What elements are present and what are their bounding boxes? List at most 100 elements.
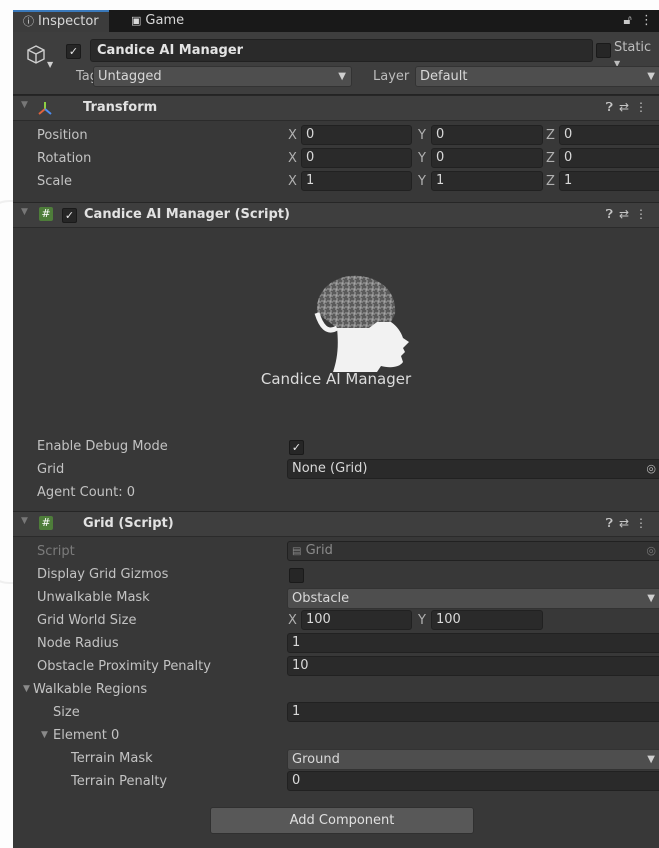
- object-picker-icon[interactable]: ◎: [646, 460, 656, 478]
- script-label: Script: [37, 544, 75, 559]
- brain-head-logo-icon: [314, 275, 409, 372]
- object-picker-icon[interactable]: ◎: [646, 542, 656, 560]
- agent-count-label: Agent Count: 0: [37, 485, 136, 500]
- candice-enabled-checkbox[interactable]: ✓: [62, 208, 77, 223]
- position-z-field[interactable]: 0: [559, 125, 659, 145]
- script-object-field[interactable]: ▤ Grid ◎: [287, 541, 659, 561]
- scale-label: Scale: [37, 174, 72, 189]
- gameobject-cube-icon[interactable]: [25, 44, 47, 66]
- unwalkable-mask-value: Obstacle: [292, 591, 350, 606]
- axis-z-label[interactable]: Z: [546, 128, 555, 143]
- obstacle-penalty-row: Obstacle Proximity Penalty 10: [13, 656, 659, 679]
- axis-y-label[interactable]: Y: [418, 613, 426, 628]
- candice-logo-title: Candice AI Manager: [260, 370, 412, 388]
- rotation-z-field[interactable]: 0: [559, 148, 659, 168]
- script-object-value: Grid: [305, 543, 333, 558]
- display-gizmos-checkbox[interactable]: [289, 568, 304, 583]
- grid-row: Grid None (Grid) ◎: [13, 459, 659, 482]
- axis-x-label[interactable]: X: [288, 151, 297, 166]
- scale-z-field[interactable]: 1: [559, 171, 659, 191]
- unwalkable-mask-row: Unwalkable Mask Obstacle ▼: [13, 587, 659, 610]
- kebab-menu-icon[interactable]: ⋮: [640, 13, 653, 28]
- walkable-regions-label[interactable]: Walkable Regions: [33, 682, 147, 697]
- transform-axes-icon: [38, 102, 52, 115]
- tab-game[interactable]: ▣ Game: [121, 10, 194, 32]
- axis-x-label[interactable]: X: [288, 128, 297, 143]
- foldout-arrow-icon[interactable]: ▼: [21, 516, 28, 526]
- tab-inspector[interactable]: ⓘ Inspector: [13, 10, 109, 32]
- axis-y-label[interactable]: Y: [418, 151, 426, 166]
- terrain-penalty-field[interactable]: 0: [287, 771, 659, 791]
- icon-dropdown-arrow-icon[interactable]: ▼: [47, 60, 53, 69]
- help-icon[interactable]: ❓︎: [606, 207, 619, 221]
- foldout-arrow-icon[interactable]: ▼: [41, 730, 48, 740]
- position-label: Position: [37, 128, 88, 143]
- kebab-menu-icon[interactable]: ⋮: [635, 100, 653, 114]
- help-icon[interactable]: ❓︎: [606, 516, 619, 530]
- candice-logo-area: Candice AI Manager: [13, 228, 659, 436]
- scale-x-field[interactable]: 1: [301, 171, 412, 191]
- inspector-panel: ⓘ Inspector ▣ Game 🔓︎ ⋮ ▼ ✓ Candice AI Man…: [13, 10, 659, 848]
- gameobject-active-checkbox[interactable]: ✓: [66, 44, 81, 59]
- layer-dropdown-value: Default: [420, 69, 468, 84]
- axis-y-label[interactable]: Y: [418, 128, 426, 143]
- rotation-label: Rotation: [37, 151, 92, 166]
- chevron-down-icon: ▼: [647, 593, 655, 604]
- size-label: Size: [53, 705, 80, 720]
- axis-z-label[interactable]: Z: [546, 151, 555, 166]
- rotation-x-field[interactable]: 0: [301, 148, 412, 168]
- kebab-menu-icon[interactable]: ⋮: [635, 207, 653, 221]
- node-radius-row: Node Radius 1: [13, 633, 659, 656]
- grid-script-header[interactable]: ▼ # Grid (Script) ❓︎⇄⋮: [13, 511, 659, 537]
- obstacle-penalty-field[interactable]: 10: [287, 656, 659, 676]
- element-0-label[interactable]: Element 0: [53, 728, 119, 743]
- kebab-menu-icon[interactable]: ⋮: [635, 516, 653, 530]
- rotation-y-field[interactable]: 0: [431, 148, 543, 168]
- presets-icon[interactable]: ⇄: [619, 100, 635, 114]
- tab-inspector-label: Inspector: [38, 14, 99, 29]
- position-row: Position X 0 Y 0 Z 0: [13, 125, 659, 148]
- gameobject-header: ▼ ✓ Candice AI Manager Static ▼ Tag Unta…: [13, 32, 659, 95]
- candice-script-header[interactable]: ▼ # ✓ Candice AI Manager (Script) ❓︎⇄⋮: [13, 202, 659, 228]
- foldout-arrow-icon[interactable]: ▼: [21, 100, 28, 110]
- grid-object-value: None (Grid): [292, 461, 368, 476]
- terrain-mask-dropdown[interactable]: Ground ▼: [287, 749, 659, 770]
- help-icon[interactable]: ❓︎: [606, 100, 619, 114]
- static-checkbox[interactable]: [596, 43, 611, 58]
- foldout-arrow-icon[interactable]: ▼: [23, 684, 30, 694]
- presets-icon[interactable]: ⇄: [619, 516, 635, 530]
- position-x-field[interactable]: 0: [301, 125, 412, 145]
- axis-z-label[interactable]: Z: [546, 174, 555, 189]
- axis-x-label[interactable]: X: [288, 613, 297, 628]
- presets-icon[interactable]: ⇄: [619, 207, 635, 221]
- tab-bar: ⓘ Inspector ▣ Game 🔓︎ ⋮: [13, 10, 659, 32]
- display-gizmos-label: Display Grid Gizmos: [37, 567, 169, 582]
- size-field[interactable]: 1: [287, 702, 659, 722]
- transform-header[interactable]: ▼ Transform ❓︎⇄⋮: [13, 95, 659, 121]
- grid-world-size-row: Grid World Size X 100 Y 100: [13, 610, 659, 633]
- chevron-down-icon: ▼: [338, 71, 346, 82]
- grid-world-size-y-field[interactable]: 100: [431, 610, 543, 630]
- agent-count-row: Agent Count: 0: [13, 482, 659, 505]
- enable-debug-checkbox[interactable]: ✓: [289, 440, 304, 455]
- grid-object-field[interactable]: None (Grid) ◎: [287, 459, 659, 479]
- grid-world-size-x-field[interactable]: 100: [301, 610, 412, 630]
- layer-dropdown[interactable]: Default ▼: [415, 66, 659, 87]
- add-component-button[interactable]: Add Component: [210, 807, 474, 834]
- scale-y-field[interactable]: 1: [431, 171, 543, 191]
- node-radius-field[interactable]: 1: [287, 633, 659, 653]
- foldout-arrow-icon[interactable]: ▼: [21, 207, 28, 217]
- gameobject-name-field[interactable]: Candice AI Manager: [90, 39, 593, 62]
- axis-x-label[interactable]: X: [288, 174, 297, 189]
- script-hash-icon: #: [39, 516, 53, 530]
- lock-icon[interactable]: 🔓︎: [623, 13, 631, 28]
- position-y-field[interactable]: 0: [431, 125, 543, 145]
- terrain-penalty-label: Terrain Penalty: [71, 774, 168, 789]
- unwalkable-mask-dropdown[interactable]: Obstacle ▼: [287, 588, 659, 609]
- chevron-down-icon: ▼: [647, 754, 655, 765]
- axis-y-label[interactable]: Y: [418, 174, 426, 189]
- tag-dropdown[interactable]: Untagged ▼: [93, 66, 352, 87]
- terrain-mask-value: Ground: [292, 752, 340, 767]
- node-radius-label: Node Radius: [37, 636, 119, 651]
- component-header-controls: ❓︎⇄⋮: [606, 516, 653, 531]
